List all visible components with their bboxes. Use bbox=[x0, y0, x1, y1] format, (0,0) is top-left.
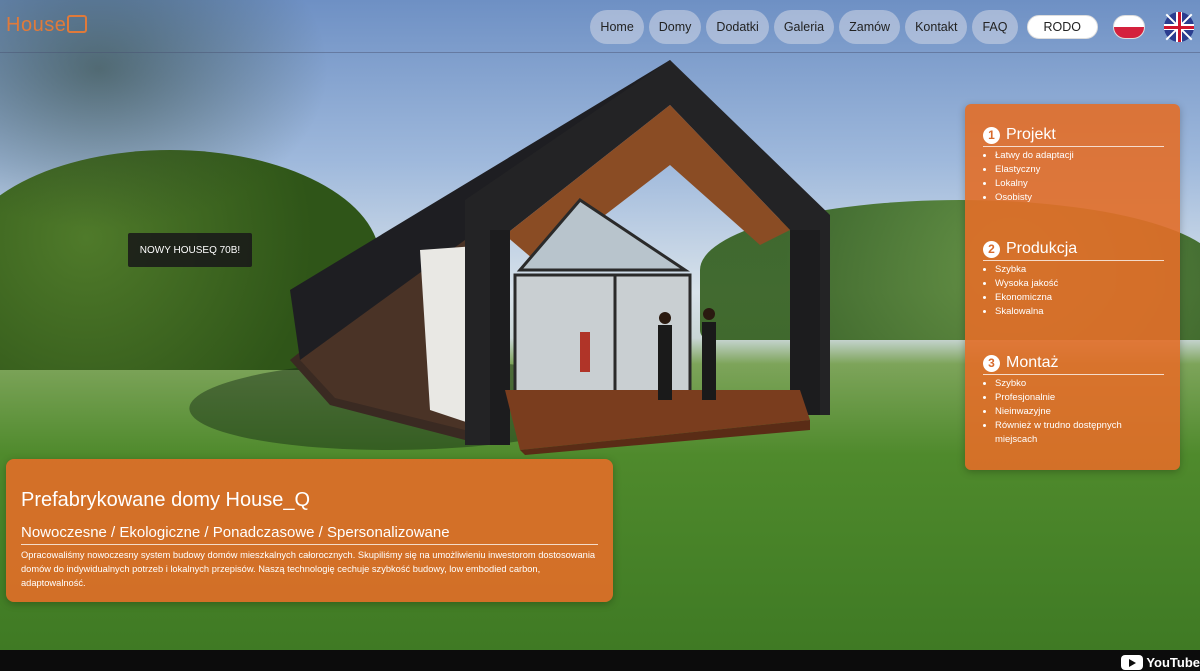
main-menu: Home Domy Dodatki Galeria Zamów Kontakt … bbox=[590, 10, 1194, 44]
list-item: Wysoka jakość bbox=[995, 277, 1164, 291]
uk-flag-icon[interactable] bbox=[1164, 12, 1194, 42]
nav-faq[interactable]: FAQ bbox=[972, 10, 1018, 44]
list-item: Elastyczny bbox=[995, 163, 1164, 177]
nav-kontakt[interactable]: Kontakt bbox=[905, 10, 968, 44]
house-illustration bbox=[290, 60, 830, 460]
nav-galeria[interactable]: Galeria bbox=[773, 10, 835, 44]
youtube-logo[interactable]: YouTube bbox=[1121, 654, 1200, 671]
list-item: Szybka bbox=[995, 263, 1164, 277]
hero-subtitle: Nowoczesne / Ekologiczne / Ponadczasowe … bbox=[21, 524, 598, 545]
step-heading: 2 Produkcja bbox=[983, 240, 1164, 261]
step-heading: 3 Montaż bbox=[983, 354, 1164, 375]
list-item: Osobisty bbox=[995, 191, 1164, 205]
polish-flag-icon[interactable] bbox=[1113, 15, 1145, 39]
step-produkcja: 2 Produkcja Szybka Wysoka jakość Ekonomi… bbox=[983, 240, 1164, 319]
nav-zamow[interactable]: Zamów bbox=[839, 10, 901, 44]
step-number-icon: 3 bbox=[983, 354, 1000, 372]
list-item: Również w trudno dostępnych miejscach bbox=[995, 419, 1164, 447]
top-navigation-bar: House Home Domy Dodatki Galeria Zamów Ko… bbox=[0, 0, 1200, 53]
list-item: Lokalny bbox=[995, 177, 1164, 191]
step-heading: 1 Projekt bbox=[983, 126, 1164, 147]
list-item: Skalowalna bbox=[995, 305, 1164, 319]
hero-description: Opracowaliśmy nowoczesny system budowy d… bbox=[21, 550, 596, 588]
step-montaz: 3 Montaż Szybko Profesjonalnie Nieinwazy… bbox=[983, 354, 1164, 447]
step-list: Łatwy do adaptacji Elastyczny Lokalny Os… bbox=[983, 149, 1164, 205]
step-projekt: 1 Projekt Łatwy do adaptacji Elastyczny … bbox=[983, 126, 1164, 205]
youtube-label: YouTube bbox=[1146, 655, 1200, 670]
nav-dodatki[interactable]: Dodatki bbox=[706, 10, 769, 44]
hero-info-panel: Prefabrykowane domy House_Q Nowoczesne /… bbox=[6, 459, 613, 602]
step-title: Montaż bbox=[1006, 354, 1059, 371]
step-title: Projekt bbox=[1006, 126, 1056, 143]
logo-text: House bbox=[6, 14, 67, 36]
video-bottom-bar: YouTube bbox=[0, 650, 1200, 671]
process-steps-panel: 1 Projekt Łatwy do adaptacji Elastyczny … bbox=[965, 104, 1180, 470]
list-item: Profesjonalnie bbox=[995, 391, 1164, 405]
house-q-logo[interactable]: House bbox=[6, 14, 88, 37]
list-item: Ekonomiczna bbox=[995, 291, 1164, 305]
step-number-icon: 2 bbox=[983, 240, 1000, 258]
list-item: Szybko bbox=[995, 377, 1164, 391]
list-item: Łatwy do adaptacji bbox=[995, 149, 1164, 163]
rodo-button[interactable]: RODO bbox=[1026, 15, 1098, 39]
step-number-icon: 1 bbox=[983, 126, 1000, 144]
hero-title: Prefabrykowane domy House_Q bbox=[21, 489, 311, 511]
new-house-badge[interactable]: NOWY HOUSEQ 70B! bbox=[128, 233, 252, 267]
step-list: Szybko Profesjonalnie Nieinwazyjne Równi… bbox=[983, 377, 1164, 447]
nav-home[interactable]: Home bbox=[590, 10, 644, 44]
nav-domy[interactable]: Domy bbox=[648, 10, 702, 44]
step-title: Produkcja bbox=[1006, 240, 1078, 257]
list-item: Nieinwazyjne bbox=[995, 405, 1164, 419]
step-list: Szybka Wysoka jakość Ekonomiczna Skalowa… bbox=[983, 263, 1164, 319]
youtube-play-icon bbox=[1121, 655, 1144, 670]
house-svg bbox=[290, 60, 830, 455]
logo-mark-icon bbox=[67, 15, 88, 33]
